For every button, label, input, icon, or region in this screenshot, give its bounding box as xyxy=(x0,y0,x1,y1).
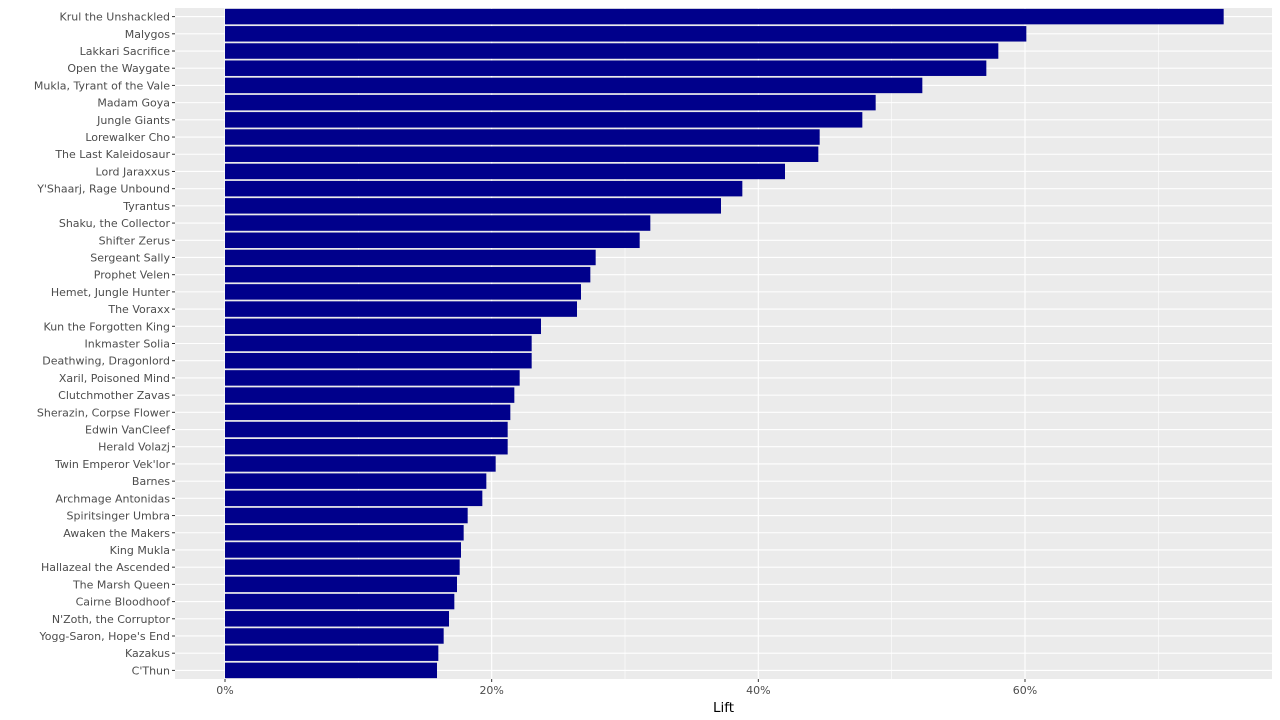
y-tick-label: Archmage Antonidas xyxy=(55,492,170,505)
y-tick-label: Inkmaster Solia xyxy=(85,338,170,351)
bar xyxy=(225,576,457,593)
bar xyxy=(225,404,511,421)
bar xyxy=(225,473,487,489)
bar xyxy=(225,628,444,644)
y-tick-label: Cairne Bloodhoof xyxy=(76,596,172,609)
bar xyxy=(225,525,464,541)
bar xyxy=(225,94,876,111)
y-tick-label: Madam Goya xyxy=(97,97,170,110)
y-tick-label: Lakkari Sacrifice xyxy=(80,45,171,58)
y-tick-label: Shifter Zerus xyxy=(99,234,171,247)
y-tick-label: Clutchmother Zavas xyxy=(58,389,170,402)
bar xyxy=(225,198,721,214)
bar xyxy=(225,232,640,249)
bar xyxy=(225,335,532,352)
y-tick-label: C'Thun xyxy=(132,664,170,677)
bar xyxy=(225,662,437,679)
y-tick-label: Lorewalker Cho xyxy=(85,131,170,144)
y-tick-label: Yogg-Saron, Hope's End xyxy=(38,630,170,643)
y-tick-label: Twin Emperor Vek'lor xyxy=(54,458,170,471)
bar xyxy=(225,438,508,455)
bar xyxy=(225,421,508,438)
bar xyxy=(225,301,577,317)
bar xyxy=(225,266,591,283)
bar xyxy=(225,542,461,558)
y-tick-label: Hemet, Jungle Hunter xyxy=(51,286,171,299)
bar xyxy=(225,249,596,266)
y-tick-label: Krul the Unshackled xyxy=(60,11,171,24)
y-tick-label: The Voraxx xyxy=(107,303,170,316)
y-tick-label: Kazakus xyxy=(125,647,170,660)
y-tick-label: Mukla, Tyrant of the Vale xyxy=(34,79,170,92)
x-axis: 0% 20% 40% 60% xyxy=(216,679,1037,697)
bar xyxy=(225,215,651,231)
y-tick-label: The Marsh Queen xyxy=(72,578,170,591)
y-tick-label: N'Zoth, the Corruptor xyxy=(52,613,171,626)
y-tick-label: Sergeant Sally xyxy=(90,251,170,264)
y-tick-label: Tyrantus xyxy=(122,200,170,213)
y-tick-label: Jungle Giants xyxy=(96,114,170,127)
x-axis-title: Lift xyxy=(713,700,734,716)
y-tick-label: Shaku, the Collector xyxy=(59,217,171,230)
bar xyxy=(225,559,460,575)
bar xyxy=(225,60,987,76)
bar xyxy=(225,163,785,180)
y-tick-label: Edwin VanCleef xyxy=(85,424,171,437)
y-tick-label: Awaken the Makers xyxy=(63,527,170,540)
y-tick-label: Open the Waygate xyxy=(67,62,170,75)
bar xyxy=(225,43,999,59)
bar xyxy=(225,456,496,472)
bar xyxy=(225,387,515,403)
y-axis: Krul the Unshackled Malygos Lakkari Sacrif… xyxy=(34,11,175,677)
bar xyxy=(225,352,532,369)
y-tick-label: Hallazeal the Ascended xyxy=(41,561,170,574)
bar xyxy=(225,284,581,300)
bar xyxy=(225,26,1027,42)
y-tick-label: The Last Kaleidosaur xyxy=(54,148,170,161)
y-tick-label: Malygos xyxy=(125,28,171,41)
bar xyxy=(225,180,743,197)
bar xyxy=(225,8,1224,25)
bar xyxy=(225,490,483,507)
y-tick-label: Prophet Velen xyxy=(94,269,170,282)
lift-bar-chart: Krul the Unshackled Malygos Lakkari Sacrif… xyxy=(34,8,1272,716)
bar xyxy=(225,112,863,128)
bar xyxy=(225,318,541,335)
y-tick-label: Kun the Forgotten King xyxy=(44,320,170,333)
x-tick-label: 60% xyxy=(1013,684,1037,697)
y-tick-label: Sherazin, Corpse Flower xyxy=(37,406,171,419)
y-tick-label: Spiritsinger Umbra xyxy=(67,510,170,523)
y-tick-label: King Mukla xyxy=(110,544,170,557)
bar xyxy=(225,370,520,386)
y-tick-label: Herald Volazj xyxy=(98,441,170,454)
x-tick-label: 0% xyxy=(216,684,233,697)
bar xyxy=(225,77,923,94)
y-tick-label: Deathwing, Dragonlord xyxy=(42,355,170,368)
x-tick-label: 40% xyxy=(746,684,770,697)
bar xyxy=(225,611,449,627)
bar xyxy=(225,645,439,661)
x-tick-label: 20% xyxy=(479,684,503,697)
bar xyxy=(225,129,820,145)
y-tick-label: Lord Jaraxxus xyxy=(96,165,171,178)
y-tick-label: Xaril, Poisoned Mind xyxy=(59,372,170,385)
bar xyxy=(225,146,819,162)
y-tick-label: Barnes xyxy=(132,475,170,488)
bar xyxy=(225,507,468,524)
bar xyxy=(225,593,455,610)
y-tick-label: Y'Shaarj, Rage Unbound xyxy=(36,183,170,196)
